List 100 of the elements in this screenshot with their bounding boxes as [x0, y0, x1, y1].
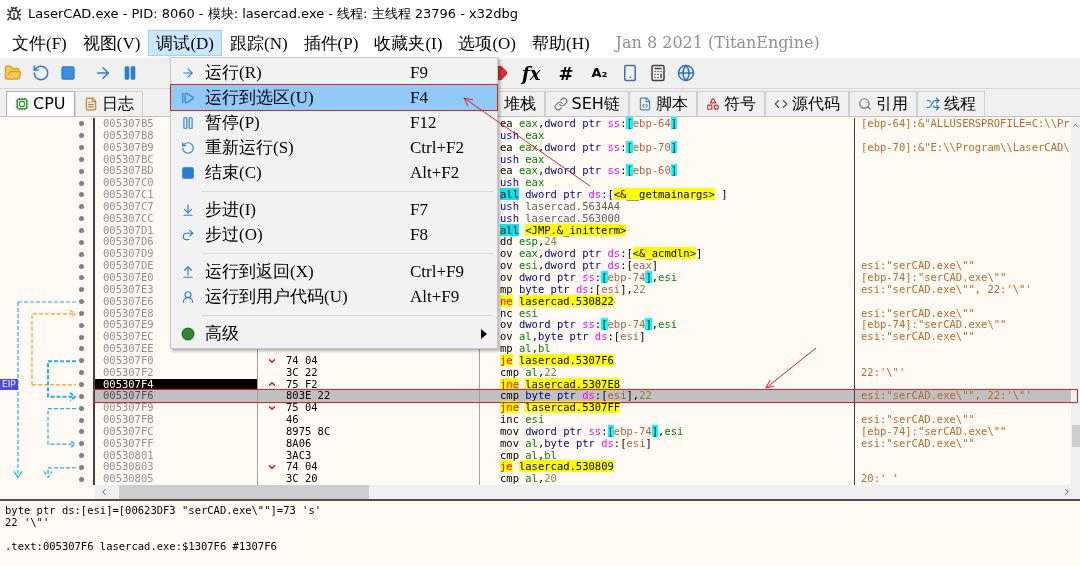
pause-icon[interactable] — [122, 65, 138, 81]
menu-item[interactable]: 选项(O) — [450, 30, 524, 56]
info-line: 22 '\"' — [5, 516, 51, 528]
stop-icon[interactable] — [60, 65, 76, 81]
menu-item[interactable]: 插件(P) — [295, 30, 367, 56]
comment-cell: [ebp-64]:&"ALLUSERSPROFILE=C:\\Pr — [861, 118, 1070, 129]
instruction-cell: cmp al,22 — [500, 365, 557, 378]
restart-icon[interactable] — [32, 64, 50, 82]
restart-icon — [181, 140, 195, 155]
bug-icon — [6, 6, 22, 22]
instruction-cell: cmp byte ptr ds:[esi],22 — [500, 389, 652, 402]
menu-item[interactable]: 帮助(H) — [524, 30, 598, 56]
comment-cell: [ebp-70]:&"E:\\Program\\LaserCAD\ — [861, 141, 1070, 153]
build-info: Jan 8 2021 (TitanEngine) — [615, 32, 820, 54]
toolbar-button[interactable]: fx — [518, 59, 545, 87]
instruction-cell: ea eax,dword ptr ss:[ebp-70] — [500, 140, 678, 153]
step-into-icon — [181, 202, 195, 217]
address-cell: 005307F4 — [95, 378, 258, 391]
tab[interactable]: 脚本 — [628, 91, 697, 116]
bytes-cell: 3AC3 — [286, 449, 312, 462]
notepad-icon — [83, 97, 98, 111]
menu-item[interactable]: 收藏夹(I) — [366, 30, 451, 56]
run-to-selection-icon — [181, 90, 195, 105]
menu-item[interactable]: 视图(V) — [74, 30, 149, 56]
comment-cell: [ebp-74]:"serCAD.exe\"" — [861, 425, 1007, 437]
arrow-right-icon — [181, 65, 195, 80]
folder-icon[interactable] — [4, 64, 22, 82]
eip-label: EIP — [0, 378, 18, 390]
menu-option[interactable]: 运行到选区(U) F4 — [171, 85, 497, 110]
symbol-icon — [705, 97, 720, 111]
bytes-cell: 74 04 — [286, 354, 318, 367]
scroll-right-icon[interactable] — [1062, 487, 1072, 497]
instruction-cell: ne lasercad.530822 — [500, 294, 614, 307]
address-cell: 00530801 — [95, 449, 258, 462]
instruction-cell: ush eax — [500, 152, 545, 165]
address-cell: 005307F6 — [95, 390, 258, 403]
comment-cell: esi:"serCAD.exe\"" — [861, 307, 975, 319]
instruction-cell: ov dword ptr ss:[ebp-74],esi — [500, 270, 678, 283]
tab[interactable]: CPU — [6, 91, 75, 116]
stop-icon — [181, 165, 195, 180]
bytes-cell: 8975 8C — [286, 425, 331, 438]
chip-icon — [15, 97, 29, 111]
tab[interactable]: 源代码 — [764, 91, 849, 116]
address-cell: 005307FF — [95, 437, 258, 450]
submenu-arrow-icon — [481, 328, 487, 339]
instruction-cell: jne lasercad.5307FF — [500, 401, 621, 414]
instruction-cell: mp byte ptr ds:[esi],22 — [500, 282, 646, 295]
user-icon — [181, 289, 195, 304]
comment-cell: esi:"serCAD.exe\"" — [861, 331, 975, 343]
globe-icon[interactable] — [677, 64, 696, 82]
info-line: byte ptr ds:[esi]=[00623DF3 "serCAD.exe\""]=73 's' — [5, 504, 323, 516]
info-line: .text:005307F6 lasercad.exe:$1307F6 #1307F6 — [5, 540, 278, 552]
instruction-cell: mov al,byte ptr ds:[esi] — [500, 436, 652, 449]
toolbar-button[interactable]: A₂ — [587, 63, 612, 83]
instruction-cell: je lasercad.530809 — [500, 460, 614, 473]
instruction-cell: dd esp,24 — [500, 235, 557, 248]
instruction-cell: ov dword ptr ss:[ebp-74],esi — [500, 318, 678, 331]
instruction-cell: ush eax — [500, 176, 545, 189]
scroll-left-icon[interactable] — [99, 487, 109, 497]
arrow-right-icon[interactable] — [94, 64, 112, 82]
calculator-icon[interactable] — [649, 64, 668, 82]
comment-cell: 20:' ' — [861, 473, 899, 485]
bytes-cell: 46 — [286, 414, 299, 426]
scroll-up-icon[interactable] — [1071, 121, 1080, 130]
comment-cell: esi:"serCAD.exe\"", 22:'\"' — [861, 283, 1032, 295]
instruction-cell: nc esi — [500, 306, 538, 319]
tab[interactable]: SEH链 — [544, 91, 629, 116]
pause-icon — [181, 115, 195, 130]
comment-cell: esi:"serCAD.exe\"", 22:'\"' — [861, 390, 1032, 402]
tab[interactable]: 日志 — [74, 91, 143, 116]
bytes-cell: 3C 20 — [286, 473, 318, 486]
bytes-cell: 8A06 — [286, 437, 312, 450]
bytes-cell: 75 F2 — [286, 378, 318, 391]
instruction-cell: mp al,bl — [500, 342, 551, 355]
tab[interactable]: 符号 — [696, 91, 765, 116]
comment-cell: 22:'\"' — [861, 366, 906, 378]
script-icon — [637, 97, 652, 111]
address-cell: 005307FB — [95, 414, 258, 426]
instruction-cell: ea eax,dword ptr ss:[ebp-64] — [500, 117, 678, 129]
tab[interactable]: 线程 — [916, 91, 985, 116]
threads-icon — [925, 97, 940, 111]
address-cell: 005307F0 — [95, 354, 258, 367]
scroll-thumb[interactable] — [1071, 425, 1080, 447]
comment-cell: [ebp-74]:"serCAD.exe\"" — [861, 319, 1007, 331]
instruction-cell: ush eax — [500, 128, 545, 141]
code-icon — [773, 97, 788, 111]
instruction-cell: ov esi,dword ptr ds:[eax] — [500, 259, 659, 272]
menu-item[interactable]: 调试(D) — [148, 30, 222, 56]
tab[interactable]: 引用 — [848, 91, 917, 116]
menu-item[interactable]: 跟踪(N) — [222, 30, 296, 56]
step-over-icon — [181, 227, 195, 242]
search-icon — [857, 97, 872, 111]
toolbar-button[interactable]: # — [554, 59, 578, 87]
vertical-scrollbar[interactable] — [1071, 117, 1080, 485]
comment-cell: esi:"serCAD.exe\"" — [861, 414, 975, 426]
instruction-cell: ov eax,dword ptr ds:[<&_acmdln>] — [500, 247, 703, 260]
address-cell: 00530803 — [95, 461, 258, 474]
instruction-cell: mov dword ptr ss:[ebp-74],esi — [500, 424, 684, 437]
menu-item[interactable]: 文件(F) — [4, 30, 75, 56]
menu-option[interactable]: 运行(R) F9 — [171, 60, 497, 85]
